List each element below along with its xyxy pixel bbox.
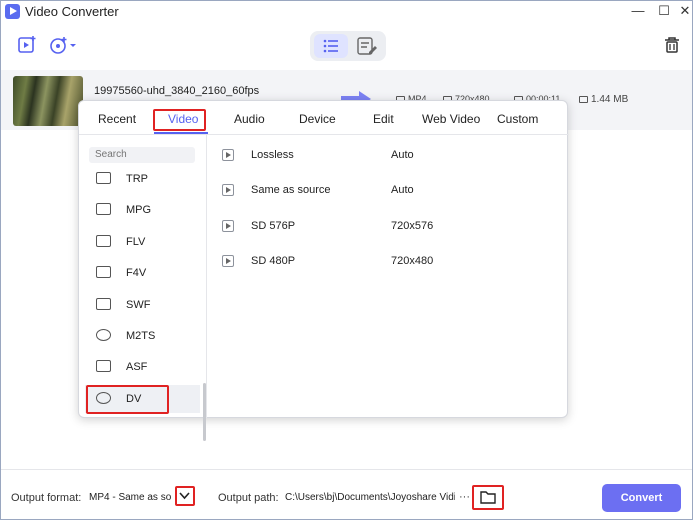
format-item-asf[interactable]: ASF xyxy=(85,353,200,381)
file-name: 19975560-uhd_3840_2160_60fps xyxy=(94,85,260,97)
output-path-value[interactable]: C:\Users\bj\Documents\Joyoshare VidiK xyxy=(285,492,455,503)
format-item-trp[interactable]: TRP xyxy=(85,165,200,193)
f4v-icon xyxy=(96,266,111,278)
video-thumbnail[interactable] xyxy=(13,76,83,126)
convert-button[interactable]: Convert xyxy=(602,484,681,512)
output-format-label: Output format: xyxy=(11,492,82,504)
size-icon xyxy=(579,96,588,103)
format-search-input[interactable] xyxy=(89,147,195,163)
output-path-label: Output path: xyxy=(218,492,279,504)
format-item-f4v[interactable]: F4V xyxy=(85,259,200,287)
more-options-icon[interactable]: ··· xyxy=(459,491,470,503)
m2ts-icon xyxy=(96,329,111,341)
format-list-scrollbar[interactable] xyxy=(203,383,206,441)
window-title: Video Converter xyxy=(25,4,119,19)
format-item-flv[interactable]: FLV xyxy=(85,228,200,256)
toolbar xyxy=(1,23,692,69)
active-tab-indicator xyxy=(154,132,208,134)
preset-row[interactable]: SD 480P 720x480 xyxy=(219,252,559,272)
dv-highlight xyxy=(86,385,169,414)
tab-custom[interactable]: Custom xyxy=(497,112,538,126)
format-item-mpg[interactable]: MPG xyxy=(85,196,200,224)
app-logo-icon xyxy=(5,4,20,19)
preset-row[interactable]: Same as source Auto xyxy=(219,181,559,201)
tab-audio[interactable]: Audio xyxy=(234,112,265,126)
app-window: Video Converter — ☐ ✕ 19975560-uhd_3840_… xyxy=(0,0,693,520)
play-icon xyxy=(222,220,234,232)
close-button[interactable]: ✕ xyxy=(674,2,692,20)
list-view-icon[interactable] xyxy=(314,34,348,58)
minimize-button[interactable]: — xyxy=(627,2,649,20)
format-tabs: Recent Video Audio Device Edit Web Video… xyxy=(79,101,569,135)
maximize-button[interactable]: ☐ xyxy=(653,2,675,20)
folder-icon xyxy=(480,491,496,504)
title-bar: Video Converter — ☐ ✕ xyxy=(1,1,692,23)
edit-list-icon[interactable] xyxy=(350,34,384,58)
file-size: 1.44 MB xyxy=(591,94,629,105)
output-format-dropdown[interactable] xyxy=(175,486,195,506)
add-disc-icon[interactable] xyxy=(49,35,79,58)
format-item-m2ts[interactable]: M2TS xyxy=(85,322,200,350)
mpg-icon xyxy=(96,203,111,215)
format-item-swf[interactable]: SWF xyxy=(85,291,200,319)
swf-icon xyxy=(96,298,111,310)
tab-web-video[interactable]: Web Video xyxy=(422,112,480,126)
preset-row[interactable]: Lossless Auto xyxy=(219,146,559,166)
chevron-down-icon xyxy=(179,492,190,500)
format-popup: Recent Video Audio Device Edit Web Video… xyxy=(78,100,569,441)
play-icon xyxy=(222,255,234,267)
tab-recent[interactable]: Recent xyxy=(98,112,136,126)
play-icon xyxy=(222,149,234,161)
output-format-value[interactable]: MP4 - Same as so... xyxy=(89,492,171,503)
video-tab-highlight xyxy=(153,109,206,131)
tab-device[interactable]: Device xyxy=(299,112,336,126)
format-list: TRP MPG FLV F4V SWF M2TS ASF DV xyxy=(79,135,207,441)
trash-icon[interactable] xyxy=(663,36,681,57)
play-icon xyxy=(222,184,234,196)
browse-folder-button[interactable] xyxy=(472,485,504,510)
tab-edit[interactable]: Edit xyxy=(373,112,394,126)
preset-row[interactable]: SD 576P 720x576 xyxy=(219,217,559,237)
trp-icon xyxy=(96,172,111,184)
add-video-icon[interactable] xyxy=(17,35,37,58)
bottom-bar: Output format: MP4 - Same as so... Outpu… xyxy=(1,469,692,519)
view-toggle xyxy=(310,31,386,61)
asf-icon xyxy=(96,360,111,372)
flv-icon xyxy=(96,235,111,247)
